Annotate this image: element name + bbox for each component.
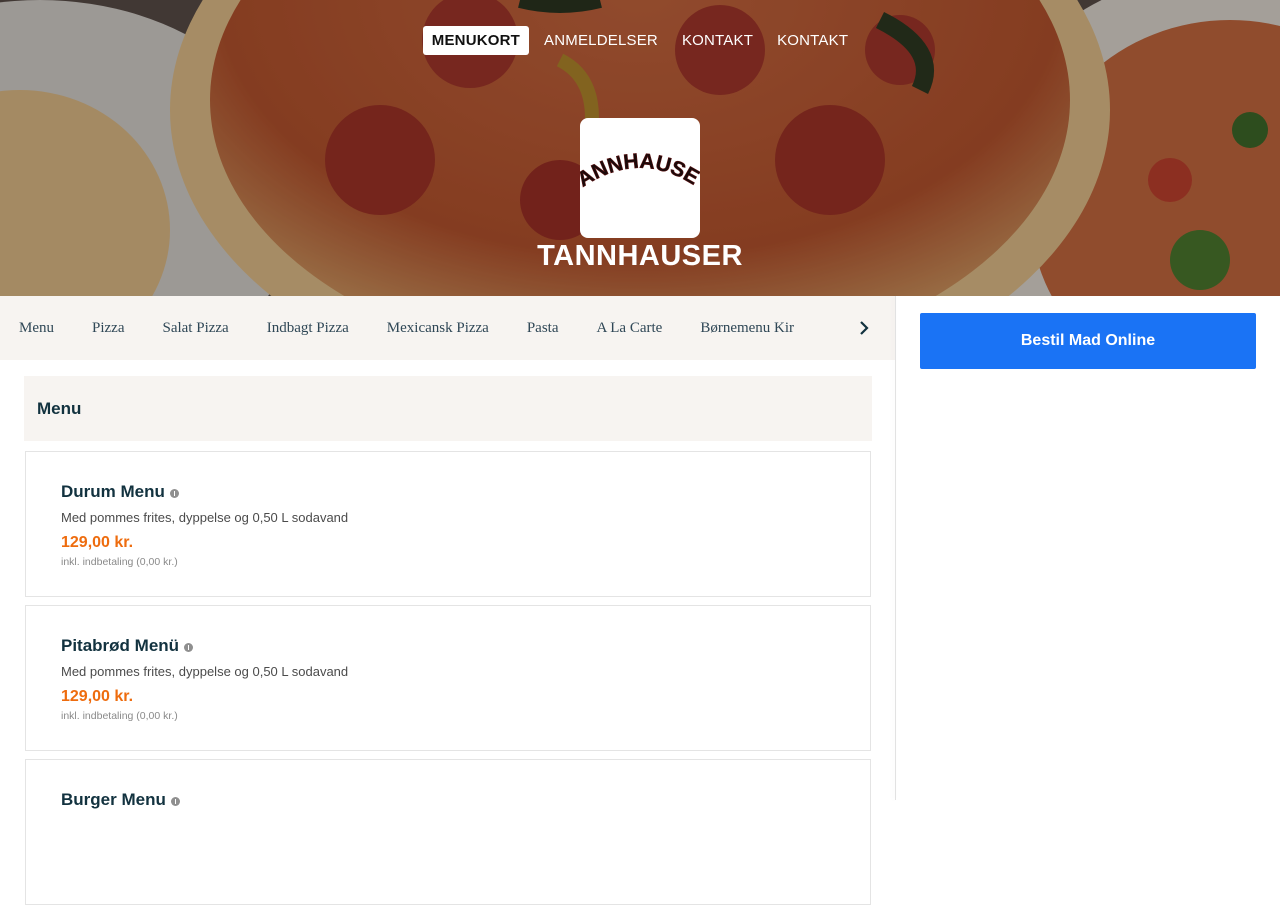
menu-item-name-row: Durum Menu bbox=[61, 482, 179, 502]
menu-item-name-row: Pitabrød Menü bbox=[61, 636, 194, 656]
menu-item-card[interactable]: Durum Menu Med pommes frites, dyppelse o… bbox=[25, 451, 871, 597]
menu-item-deposit: inkl. indbetaling (0,00 kr.) bbox=[61, 710, 178, 722]
menu-item-name: Durum Menu bbox=[61, 482, 165, 501]
menu-item-card[interactable]: Burger Menu bbox=[25, 759, 871, 905]
chevron-right-icon bbox=[860, 321, 869, 335]
category-pasta[interactable]: Pasta bbox=[508, 320, 578, 337]
order-online-button[interactable]: Bestil Mad Online bbox=[920, 313, 1256, 369]
logo-wordmark: TANNHAUSER bbox=[580, 118, 700, 192]
info-icon[interactable] bbox=[184, 643, 194, 652]
section-title: Menu bbox=[37, 398, 82, 418]
menu-item-price: 129,00 kr. bbox=[61, 688, 134, 705]
category-a-la-carte[interactable]: A La Carte bbox=[578, 320, 682, 337]
nav-menukort[interactable]: MENUKORT bbox=[422, 26, 530, 55]
menu-item-description: Med pommes frites, dyppelse og 0,50 L so… bbox=[61, 664, 349, 679]
category-pizza[interactable]: Pizza bbox=[73, 320, 143, 337]
menu-item-name-row: Burger Menu bbox=[61, 790, 180, 810]
menu-item-name: Pitabrød Menü bbox=[61, 636, 180, 655]
category-mexicansk-pizza[interactable]: Mexicansk Pizza bbox=[368, 320, 508, 337]
restaurant-logo: TANNHAUSER bbox=[580, 118, 700, 238]
sidebar-divider bbox=[895, 296, 896, 800]
hero-banner: MENUKORT ANMELDELSER KONTAKT KONTAKT TAN… bbox=[0, 0, 1280, 296]
category-bornemenu[interactable]: Børnemenu Kir bbox=[681, 320, 813, 337]
category-menu[interactable]: Menu bbox=[0, 320, 73, 337]
restaurant-name: TANNHAUSER bbox=[537, 240, 743, 272]
menu-item-price: 129,00 kr. bbox=[61, 534, 134, 551]
nav-kontakt[interactable]: KONTAKT bbox=[673, 26, 762, 55]
category-salat-pizza[interactable]: Salat Pizza bbox=[143, 320, 247, 337]
menu-item-card[interactable]: Pitabrød Menü Med pommes frites, dyppels… bbox=[25, 605, 871, 751]
category-scroll-right[interactable] bbox=[833, 296, 895, 360]
nav-anmeldelser[interactable]: ANMELDELSER bbox=[535, 26, 667, 55]
section-header: Menu bbox=[24, 376, 872, 441]
category-indbagt-pizza[interactable]: Indbagt Pizza bbox=[248, 320, 368, 337]
nav-kontakt-2[interactable]: KONTAKT bbox=[768, 26, 857, 55]
category-list: Menu Pizza Salat Pizza Indbagt Pizza Mex… bbox=[0, 296, 813, 360]
info-icon[interactable] bbox=[170, 797, 180, 806]
category-bar: Menu Pizza Salat Pizza Indbagt Pizza Mex… bbox=[0, 296, 895, 360]
menu-item-description: Med pommes frites, dyppelse og 0,50 L so… bbox=[61, 510, 349, 525]
menu-list: Menu Durum Menu Med pommes frites, dyppe… bbox=[0, 360, 895, 905]
info-icon[interactable] bbox=[169, 489, 179, 498]
svg-text:TANNHAUSER: TANNHAUSER bbox=[580, 118, 700, 192]
menu-item-name: Burger Menu bbox=[61, 790, 166, 809]
menu-item-deposit: inkl. indbetaling (0,00 kr.) bbox=[61, 556, 178, 568]
top-navigation: MENUKORT ANMELDELSER KONTAKT KONTAKT bbox=[0, 26, 1280, 55]
